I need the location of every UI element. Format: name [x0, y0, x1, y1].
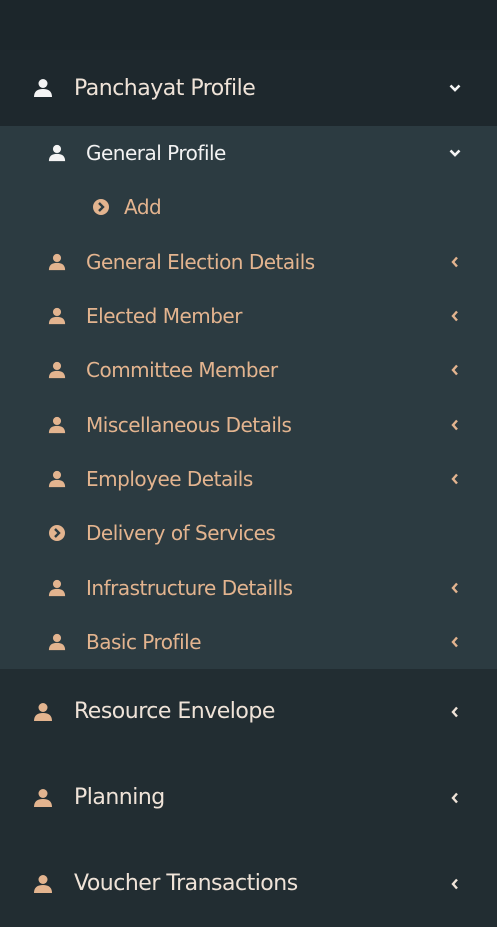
menu-item-planning[interactable]: Planning — [0, 755, 497, 841]
user-icon — [46, 577, 68, 599]
submenu-item-label: Delivery of Services — [86, 521, 276, 546]
submenu-item-label: Employee Details — [86, 466, 253, 491]
user-icon — [46, 251, 68, 273]
submenu-item-miscellaneous-details[interactable]: Miscellaneous Details — [0, 397, 497, 451]
chevron-left-icon — [449, 473, 461, 485]
user-icon — [32, 787, 54, 809]
submenu-item-committee-member[interactable]: Committee Member — [0, 343, 497, 397]
user-icon — [32, 701, 54, 723]
submenu-item-basic-profile[interactable]: Basic Profile — [0, 615, 497, 669]
chevron-left-icon — [449, 419, 461, 431]
chevron-left-icon — [449, 636, 461, 648]
circle-chevron-right-icon — [90, 196, 112, 218]
submenu-item-label: General Election Details — [86, 249, 315, 274]
submenu-item-elected-member[interactable]: Elected Member — [0, 289, 497, 343]
submenu-panchayat-profile: General Profile Add General Election Det… — [0, 126, 497, 669]
user-icon — [46, 305, 68, 327]
chevron-left-icon — [449, 256, 461, 268]
submenu-item-label: Elected Member — [86, 304, 242, 329]
menu-item-label: Panchayat Profile — [74, 75, 256, 101]
menu-item-label: Planning — [74, 785, 165, 811]
sidebar-top-strip — [0, 0, 497, 50]
circle-chevron-right-icon — [46, 522, 68, 544]
menu-item-label: Voucher Transactions — [74, 871, 298, 897]
submenu-item-general-election-details[interactable]: General Election Details — [0, 235, 497, 289]
menu-item-panchayat-profile[interactable]: Panchayat Profile — [0, 50, 497, 126]
user-icon — [46, 631, 68, 653]
submenu-item-infrastructure-details[interactable]: Infrastructure Detaills — [0, 560, 497, 614]
menu-item-resource-envelope[interactable]: Resource Envelope — [0, 669, 497, 755]
chevron-left-icon — [449, 364, 461, 376]
user-icon — [46, 414, 68, 436]
user-icon — [46, 142, 68, 164]
chevron-left-icon — [449, 792, 461, 804]
submenu-item-label: Infrastructure Detaills — [86, 575, 293, 600]
user-icon — [46, 359, 68, 381]
submenu-item-general-profile[interactable]: General Profile — [0, 126, 497, 180]
user-icon — [46, 468, 68, 490]
chevron-left-icon — [449, 878, 461, 890]
submenu-item-label: General Profile — [86, 141, 226, 166]
chevron-left-icon — [449, 582, 461, 594]
chevron-down-icon — [449, 147, 461, 159]
chevron-left-icon — [449, 706, 461, 718]
submenu-item-add[interactable]: Add — [0, 180, 497, 234]
user-icon — [32, 77, 54, 99]
submenu-item-label: Miscellaneous Details — [86, 412, 292, 437]
submenu-item-label: Add — [124, 195, 162, 220]
submenu-item-delivery-of-services[interactable]: Delivery of Services — [0, 506, 497, 560]
submenu-item-label: Basic Profile — [86, 629, 202, 654]
chevron-down-icon — [449, 82, 461, 94]
chevron-left-icon — [449, 310, 461, 322]
menu-item-voucher-transactions[interactable]: Voucher Transactions — [0, 841, 497, 927]
sidebar-menu: Panchayat Profile General Profile Add Ge… — [0, 0, 497, 896]
submenu-item-employee-details[interactable]: Employee Details — [0, 452, 497, 506]
menu-item-label: Resource Envelope — [74, 699, 275, 725]
submenu-item-label: Committee Member — [86, 358, 278, 383]
